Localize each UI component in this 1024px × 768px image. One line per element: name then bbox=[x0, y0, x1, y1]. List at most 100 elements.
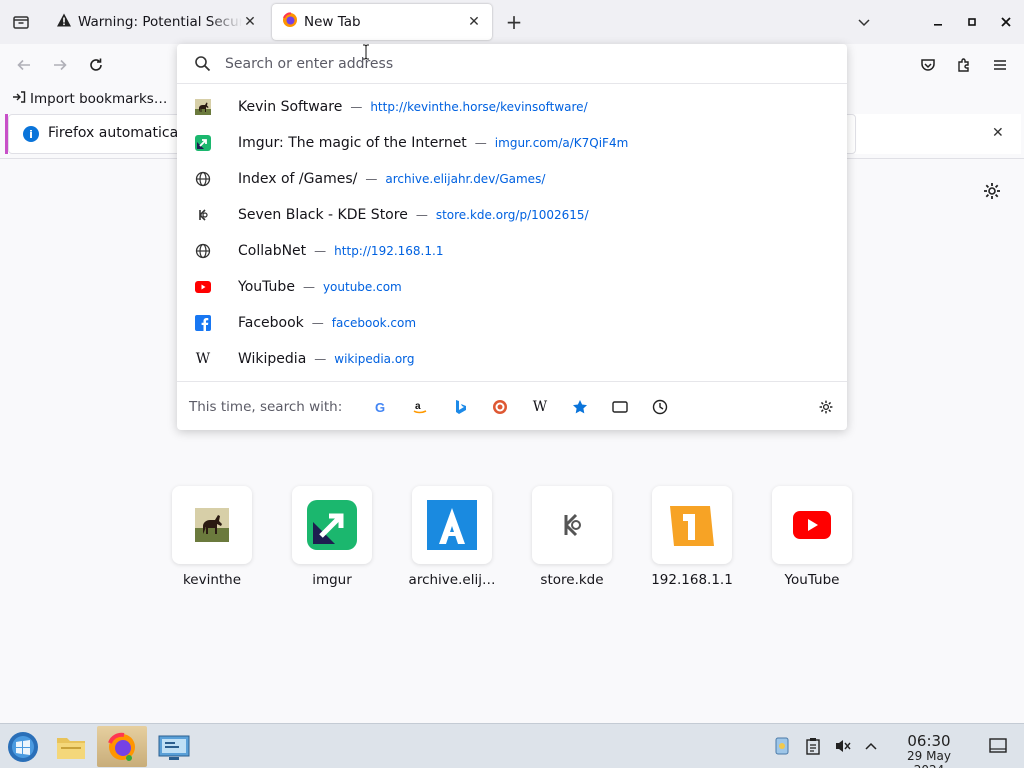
result-separator: — bbox=[302, 280, 315, 294]
search-icon bbox=[194, 55, 211, 76]
facebook-favicon bbox=[194, 314, 212, 332]
extensions-icon[interactable] bbox=[951, 52, 977, 78]
result-separator: — bbox=[350, 100, 363, 114]
start-menu-icon[interactable] bbox=[0, 726, 46, 767]
pocket-icon[interactable] bbox=[915, 52, 941, 78]
text-cursor-icon bbox=[361, 44, 371, 60]
chevron-up-icon[interactable] bbox=[861, 736, 881, 756]
list-all-tabs-icon[interactable] bbox=[0, 0, 42, 44]
result-url: store.kde.org/p/1002615/ bbox=[435, 208, 589, 222]
result-row[interactable]: CollabNet — http://192.168.1.1 bbox=[183, 234, 841, 268]
bookmarks-star-icon[interactable] bbox=[569, 396, 591, 418]
result-separator: — bbox=[415, 208, 428, 222]
kde-favicon bbox=[194, 206, 212, 224]
firefox-icon bbox=[282, 12, 298, 32]
horse-favicon bbox=[194, 98, 212, 116]
address-input[interactable] bbox=[225, 52, 825, 76]
globe-icon bbox=[194, 242, 212, 260]
close-window-icon[interactable] bbox=[994, 10, 1018, 34]
urlbar-dropdown: Kevin Software — http://kevinthe.horse/k… bbox=[177, 44, 847, 430]
clock-date: 29 May 2024 bbox=[907, 749, 951, 768]
top-site-label: YouTube bbox=[784, 572, 840, 588]
google-icon[interactable]: G bbox=[369, 396, 391, 418]
search-settings-gear-icon[interactable] bbox=[815, 396, 837, 418]
tab-strip: Warning: Potential Security Risk Ahead ✕… bbox=[0, 0, 1024, 44]
file-manager-icon[interactable] bbox=[48, 726, 94, 767]
result-separator: — bbox=[314, 244, 327, 258]
result-title: Imgur: The magic of the Internet bbox=[238, 135, 467, 151]
top-site-tile[interactable]: 192.168.1.1 bbox=[651, 486, 733, 588]
top-site-label: archive.elij… bbox=[408, 572, 496, 588]
result-row[interactable]: Kevin Software — http://kevinthe.horse/k… bbox=[183, 90, 841, 124]
search-engines-bar: This time, search with: G a W bbox=[177, 381, 847, 430]
firefox-taskbar-icon[interactable] bbox=[97, 726, 147, 767]
maximize-icon[interactable] bbox=[960, 10, 984, 34]
new-tab-plus-icon[interactable]: + bbox=[502, 10, 526, 34]
close-notification-icon[interactable]: ✕ bbox=[992, 125, 1004, 141]
result-title: Seven Black - KDE Store bbox=[238, 207, 408, 223]
top-site-label: kevinthe bbox=[182, 572, 242, 588]
reload-icon[interactable] bbox=[83, 52, 109, 78]
result-title: Index of /Games/ bbox=[238, 171, 358, 187]
result-title: Wikipedia bbox=[238, 351, 307, 367]
wikipedia-icon[interactable]: W bbox=[529, 396, 551, 418]
hamburger-menu-icon[interactable] bbox=[987, 52, 1013, 78]
search-with-label: This time, search with: bbox=[189, 399, 343, 415]
result-row[interactable]: Facebook — facebook.com bbox=[183, 306, 841, 340]
forward-arrow-icon[interactable] bbox=[47, 52, 73, 78]
close-tab-icon[interactable]: ✕ bbox=[242, 14, 258, 30]
close-tab-icon[interactable]: ✕ bbox=[466, 14, 482, 30]
result-row[interactable]: YouTube — youtube.com bbox=[183, 270, 841, 304]
top-site-tile[interactable]: store.kde bbox=[532, 486, 612, 588]
top-site-label: 192.168.1.1 bbox=[651, 572, 733, 588]
system-settings-icon[interactable] bbox=[151, 726, 197, 767]
result-url: http://kevinthe.horse/kevinsoftware/ bbox=[370, 100, 588, 114]
kde-icon bbox=[532, 486, 612, 564]
top-site-label: imgur bbox=[312, 572, 352, 588]
tabs-icon[interactable] bbox=[609, 396, 631, 418]
back-arrow-icon[interactable] bbox=[11, 52, 37, 78]
tab-security-warning[interactable]: Warning: Potential Security Risk Ahead ✕ bbox=[46, 4, 268, 40]
gear-icon[interactable] bbox=[982, 181, 1002, 201]
info-icon: i bbox=[23, 126, 39, 142]
tab-new-tab[interactable]: New Tab ✕ bbox=[272, 4, 492, 40]
clock-time[interactable]: 06:30 bbox=[890, 732, 968, 750]
show-desktop-icon[interactable] bbox=[988, 736, 1008, 756]
svg-text:a: a bbox=[415, 401, 421, 412]
result-row[interactable]: Imgur: The magic of the Internet — imgur… bbox=[183, 126, 841, 160]
result-separator: — bbox=[365, 172, 378, 186]
wikipedia-favicon: W bbox=[195, 351, 211, 367]
clipboard-icon[interactable] bbox=[803, 736, 823, 756]
top-site-tile[interactable]: imgur bbox=[292, 486, 372, 588]
result-title: Kevin Software bbox=[238, 99, 343, 115]
import-bookmarks-button[interactable]: Import bookmarks… bbox=[12, 90, 167, 108]
top-site-label: store.kde bbox=[540, 572, 604, 588]
network-manager-icon[interactable] bbox=[772, 736, 792, 756]
top-site-tile[interactable]: YouTube bbox=[772, 486, 852, 588]
result-separator: — bbox=[314, 352, 327, 366]
number-one-icon bbox=[652, 486, 732, 564]
import-icon bbox=[12, 90, 26, 108]
imgur-favicon bbox=[194, 134, 212, 152]
result-row[interactable]: W Wikipedia — wikipedia.org bbox=[183, 342, 841, 376]
youtube-icon bbox=[772, 486, 852, 564]
result-url: imgur.com/a/K7QiF4m bbox=[494, 136, 629, 150]
top-site-tile[interactable]: archive.elij… bbox=[409, 486, 495, 588]
minimize-icon[interactable] bbox=[926, 10, 950, 34]
history-clock-icon[interactable] bbox=[649, 396, 671, 418]
result-url: wikipedia.org bbox=[334, 352, 415, 366]
result-row[interactable]: Seven Black - KDE Store — store.kde.org/… bbox=[183, 198, 841, 232]
result-row[interactable]: Index of /Games/ — archive.elijahr.dev/G… bbox=[183, 162, 841, 196]
volume-muted-icon[interactable] bbox=[833, 736, 853, 756]
result-url: http://192.168.1.1 bbox=[334, 244, 444, 258]
result-title: CollabNet bbox=[238, 243, 307, 259]
taskbar: 06:30 29 May 2024 bbox=[0, 723, 1024, 768]
top-sites: kevinthe imgur archive.elij… store.kde 1… bbox=[172, 486, 872, 596]
result-separator: — bbox=[311, 316, 324, 330]
imgur-icon bbox=[292, 486, 372, 564]
duckduckgo-icon[interactable] bbox=[489, 396, 511, 418]
chevron-down-icon[interactable] bbox=[852, 10, 876, 34]
amazon-icon[interactable]: a bbox=[409, 396, 431, 418]
top-site-tile[interactable]: kevinthe bbox=[172, 486, 252, 588]
bing-icon[interactable] bbox=[449, 396, 471, 418]
